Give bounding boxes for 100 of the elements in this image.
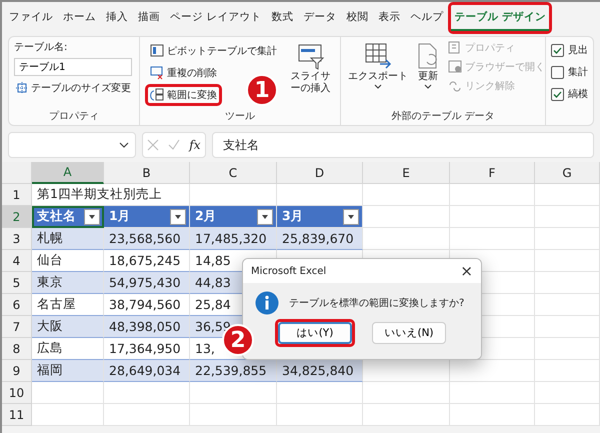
empty-cell	[535, 228, 600, 250]
table-name-label: テーブル名:	[14, 40, 68, 54]
ribbon-button[interactable]: 重複の削除	[148, 65, 219, 81]
pivot-table-icon	[150, 44, 164, 58]
row-header[interactable]: 6	[2, 294, 32, 316]
cell: 札幌	[32, 228, 104, 250]
column-heading: 支社名	[37, 208, 76, 225]
formula-field[interactable]: 支社名	[212, 132, 594, 158]
insert-slicer-button[interactable]: スライサーの挿入	[286, 40, 335, 109]
filter-button[interactable]	[257, 208, 273, 224]
ribbon-button[interactable]: 範囲に変換	[148, 87, 219, 103]
row-header[interactable]: 7	[2, 316, 32, 338]
dialog-button[interactable]: いいえ(N)	[372, 322, 446, 344]
browser-icon	[448, 60, 462, 74]
column-heading: 3月	[282, 208, 304, 225]
cell: 34,825,840	[277, 360, 363, 382]
cell: 22,539,855	[190, 360, 277, 382]
cell: 18,675,245	[104, 250, 190, 272]
dialog-message: テーブルを標準の範囲に変換しますか?	[289, 296, 464, 310]
dropdown-icon	[88, 214, 96, 220]
cell: 大阪	[32, 316, 104, 338]
cell: 福岡	[32, 360, 104, 382]
cell: 仙台	[32, 250, 104, 272]
filter-button[interactable]	[343, 208, 359, 224]
resize-icon	[16, 82, 28, 94]
empty-cell	[535, 272, 600, 294]
style-option-checkbox[interactable]: 見出	[551, 43, 588, 57]
chevron-down-icon	[424, 84, 432, 88]
enter-icon	[168, 139, 180, 151]
ribbon-tab[interactable]: データ	[300, 5, 340, 31]
empty-cell	[535, 250, 600, 272]
column-header[interactable]: F	[450, 162, 535, 184]
properties-icon	[448, 41, 462, 55]
group-label: プロパティ	[48, 110, 100, 123]
cell: 広島	[32, 338, 104, 360]
cell: 48,398,050	[104, 316, 190, 338]
cancel-icon	[147, 139, 160, 151]
table-export-icon	[364, 42, 392, 70]
column-header[interactable]: G	[535, 162, 600, 184]
insert-function-button[interactable]: fx	[189, 138, 201, 152]
column-header[interactable]: B	[104, 162, 190, 184]
row-header[interactable]: 3	[2, 228, 32, 250]
empty-cell	[535, 294, 600, 316]
style-option-checkbox[interactable]: 集計	[551, 65, 588, 79]
cell: 54,975,430	[104, 272, 190, 294]
cell: 名古屋	[32, 294, 104, 316]
check-icon	[553, 46, 562, 54]
row-header[interactable]: 8	[2, 338, 32, 360]
ribbon-tab[interactable]: ホーム	[60, 5, 99, 31]
info-icon	[255, 291, 279, 315]
empty-cell	[535, 382, 600, 404]
cell: 23,568,560	[104, 228, 190, 250]
ribbon-tab[interactable]: 表示	[375, 5, 404, 31]
dropdown-icon	[261, 214, 269, 220]
dropdown-icon	[347, 214, 355, 220]
column-header[interactable]: E	[363, 162, 450, 184]
row-header[interactable]: 4	[2, 250, 32, 272]
column-header[interactable]: A	[32, 162, 104, 184]
chevron-down-icon	[374, 84, 382, 88]
dropdown-icon	[119, 141, 129, 149]
style-option-checkbox[interactable]: 縞模	[551, 87, 588, 101]
cell: 17,364,950	[104, 338, 190, 360]
slicer-icon	[296, 42, 324, 70]
check-icon	[553, 90, 562, 98]
filter-button[interactable]	[84, 208, 100, 224]
ribbon-tab[interactable]: 挿入	[103, 5, 131, 31]
dropdown-icon	[174, 214, 182, 220]
dialog-button[interactable]: はい(Y)	[278, 322, 352, 344]
resize-table-button[interactable]: テーブルのサイズ変更	[14, 80, 133, 96]
row-header[interactable]: 10	[2, 382, 32, 404]
refresh-button[interactable]: 更新	[414, 40, 442, 109]
ribbon-tab[interactable]: 校閲	[343, 5, 372, 31]
column-header[interactable]: D	[277, 162, 363, 184]
empty-cell	[535, 206, 600, 228]
ribbon-tab[interactable]: ページ レイアウト	[167, 5, 264, 31]
column-heading: 1月	[109, 208, 131, 225]
ribbon-tab[interactable]: 数式	[268, 5, 296, 31]
ribbon-button[interactable]: ピボットテーブルで集計	[148, 43, 279, 59]
group-label: ツール	[224, 110, 256, 123]
row-header[interactable]: 1	[2, 184, 32, 206]
empty-cell	[535, 316, 600, 338]
convert-range-icon	[150, 88, 164, 102]
group-label: 外部のテーブル データ	[390, 110, 496, 123]
row-header[interactable]: 2	[2, 206, 32, 228]
remove-duplicates-icon	[150, 66, 164, 80]
column-header[interactable]: C	[190, 162, 277, 184]
close-button[interactable]: ×	[458, 262, 475, 280]
empty-cell	[535, 404, 600, 426]
ribbon-tab[interactable]: 描画	[135, 5, 163, 31]
export-button[interactable]: エクスポート	[346, 40, 410, 109]
table-name-field[interactable]: テーブル1	[14, 58, 132, 76]
ribbon-tab[interactable]: ヘルプ	[407, 5, 446, 31]
ribbon-tab[interactable]: ファイル	[6, 5, 56, 31]
cell: 28,649,034	[104, 360, 190, 382]
row-header[interactable]: 5	[2, 272, 32, 294]
ribbon-tab[interactable]: テーブル デザイン	[451, 5, 549, 31]
empty-cell	[535, 184, 600, 206]
row-header[interactable]: 9	[2, 360, 32, 382]
filter-button[interactable]	[170, 208, 186, 224]
row-header[interactable]: 11	[2, 404, 32, 426]
